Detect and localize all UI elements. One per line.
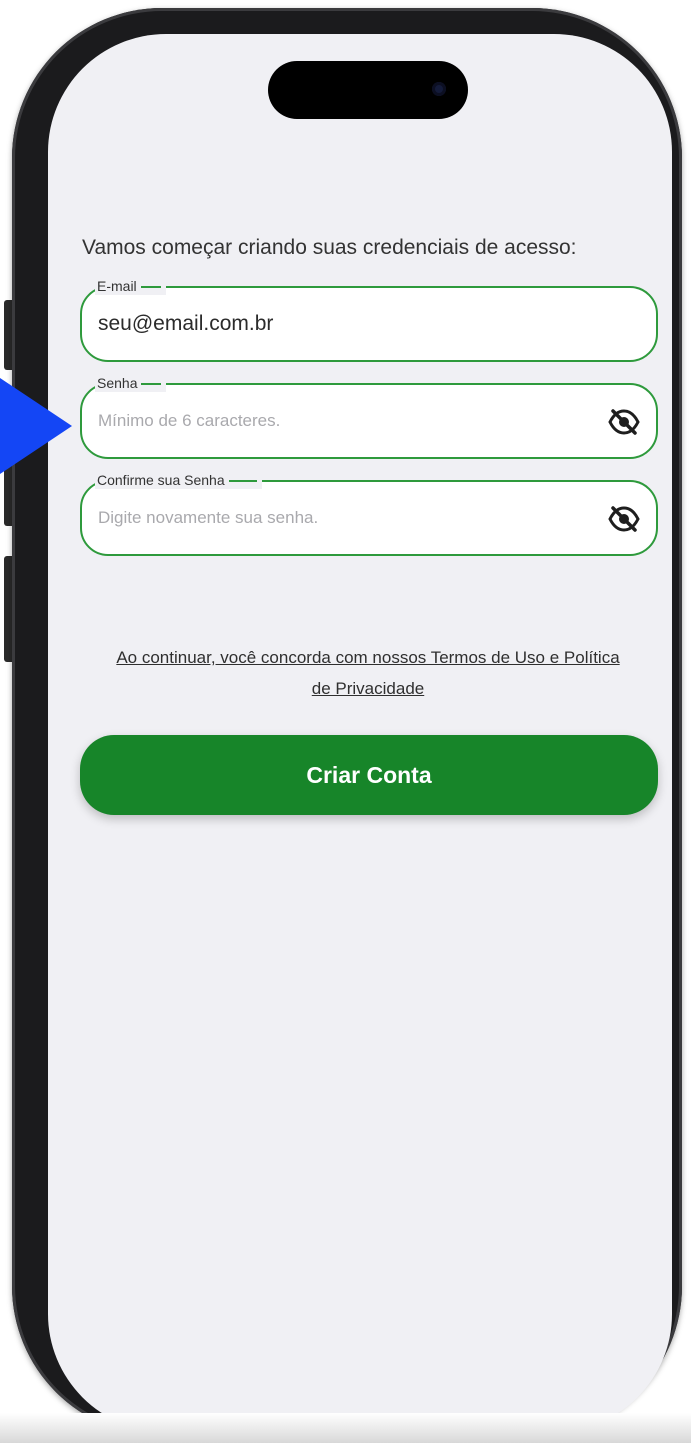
password-field[interactable]: Senha (80, 374, 658, 459)
pointer-arrow-icon (0, 378, 72, 474)
email-field[interactable]: E-mail (80, 277, 658, 362)
bottom-shadow (0, 1413, 691, 1443)
intro-text: Vamos começar criando suas credenciais d… (82, 236, 577, 259)
front-camera-icon (432, 82, 446, 96)
create-account-button[interactable]: Criar Conta (80, 735, 658, 815)
email-input[interactable] (98, 288, 598, 360)
phone-frame: Vamos começar criando suas credenciais d… (12, 8, 682, 1436)
dynamic-island (268, 61, 468, 119)
eye-off-icon[interactable] (608, 506, 640, 532)
eye-off-icon[interactable] (608, 409, 640, 435)
device-mockup: Vamos começar criando suas credenciais d… (0, 0, 691, 1443)
app-screen: Vamos começar criando suas credenciais d… (48, 34, 672, 1432)
confirm-password-input[interactable] (98, 482, 598, 554)
confirm-password-field[interactable]: Confirme sua Senha (80, 471, 658, 556)
terms-link[interactable]: Ao continuar, você concorda com nossos T… (108, 642, 628, 704)
password-input[interactable] (98, 385, 598, 457)
